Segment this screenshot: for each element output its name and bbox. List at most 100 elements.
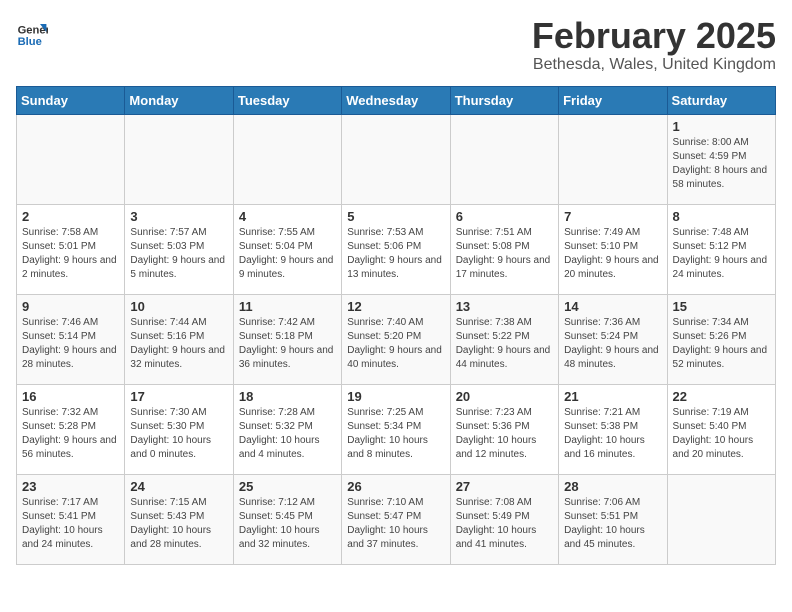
day-number: 13 — [456, 299, 553, 314]
day-info: Sunrise: 7:08 AM Sunset: 5:49 PM Dayligh… — [456, 496, 553, 552]
day-info: Sunrise: 7:40 AM Sunset: 5:20 PM Dayligh… — [347, 316, 444, 372]
col-saturday: Saturday — [667, 86, 775, 114]
day-info: Sunrise: 7:15 AM Sunset: 5:43 PM Dayligh… — [130, 496, 227, 552]
week-row-5: 23 Sunrise: 7:17 AM Sunset: 5:41 PM Dayli… — [17, 474, 776, 564]
day-number: 10 — [130, 299, 227, 314]
col-wednesday: Wednesday — [342, 86, 450, 114]
day-cell: 3 Sunrise: 7:57 AM Sunset: 5:03 PM Daylig… — [125, 204, 233, 294]
day-cell: 17Sunrise: 7:30 AM Sunset: 5:30 PM Dayli… — [125, 384, 233, 474]
day-cell: 2 Sunrise: 7:58 AM Sunset: 5:01 PM Daylig… — [17, 204, 125, 294]
day-number: 11 — [239, 299, 336, 314]
day-number: 9 — [22, 299, 119, 314]
day-number: 22 — [673, 389, 770, 404]
day-cell: 25Sunrise: 7:12 AM Sunset: 5:45 PM Dayli… — [233, 474, 341, 564]
calendar-title: February 2025 — [532, 16, 776, 56]
col-thursday: Thursday — [450, 86, 558, 114]
day-info: Sunrise: 7:23 AM Sunset: 5:36 PM Dayligh… — [456, 406, 553, 462]
day-cell: 16 Sunrise: 7:32 AM Sunset: 5:28 PM Dayli… — [17, 384, 125, 474]
day-cell: 15 Sunrise: 7:34 AM Sunset: 5:26 PM Dayli… — [667, 294, 775, 384]
logo: General Blue — [16, 16, 48, 48]
day-number: 26 — [347, 479, 444, 494]
day-info: Sunrise: 7:28 AM Sunset: 5:32 PM Dayligh… — [239, 406, 336, 462]
day-cell — [17, 114, 125, 204]
day-cell — [559, 114, 667, 204]
calendar-body: 1Sunrise: 8:00 AM Sunset: 4:59 PM Daylig… — [17, 114, 776, 564]
day-number: 14 — [564, 299, 661, 314]
day-cell: 26 Sunrise: 7:10 AM Sunset: 5:47 PM Dayli… — [342, 474, 450, 564]
day-info: Sunrise: 7:42 AM Sunset: 5:18 PM Dayligh… — [239, 316, 336, 372]
day-info: Sunrise: 7:19 AM Sunset: 5:40 PM Dayligh… — [673, 406, 770, 462]
day-info: Sunrise: 7:17 AM Sunset: 5:41 PM Dayligh… — [22, 496, 119, 552]
day-info: Sunrise: 7:06 AM Sunset: 5:51 PM Dayligh… — [564, 496, 661, 552]
day-info: Sunrise: 7:38 AM Sunset: 5:22 PM Dayligh… — [456, 316, 553, 372]
day-cell: 24 Sunrise: 7:15 AM Sunset: 5:43 PM Dayli… — [125, 474, 233, 564]
day-cell: 23 Sunrise: 7:17 AM Sunset: 5:41 PM Dayli… — [17, 474, 125, 564]
week-row-2: 2 Sunrise: 7:58 AM Sunset: 5:01 PM Daylig… — [17, 204, 776, 294]
day-cell: 4Sunrise: 7:55 AM Sunset: 5:04 PM Daylig… — [233, 204, 341, 294]
week-row-3: 9 Sunrise: 7:46 AM Sunset: 5:14 PM Daylig… — [17, 294, 776, 384]
day-info: Sunrise: 7:36 AM Sunset: 5:24 PM Dayligh… — [564, 316, 661, 372]
svg-text:Blue: Blue — [18, 36, 42, 48]
day-info: Sunrise: 7:53 AM Sunset: 5:06 PM Dayligh… — [347, 226, 444, 282]
calendar-subtitle: Bethesda, Wales, United Kingdom — [532, 56, 776, 74]
day-number: 24 — [130, 479, 227, 494]
title-area: February 2025 Bethesda, Wales, United Ki… — [532, 16, 776, 74]
week-row-4: 16 Sunrise: 7:32 AM Sunset: 5:28 PM Dayli… — [17, 384, 776, 474]
day-cell: 14 Sunrise: 7:36 AM Sunset: 5:24 PM Dayli… — [559, 294, 667, 384]
col-friday: Friday — [559, 86, 667, 114]
day-info: Sunrise: 7:25 AM Sunset: 5:34 PM Dayligh… — [347, 406, 444, 462]
day-cell: 8 Sunrise: 7:48 AM Sunset: 5:12 PM Daylig… — [667, 204, 775, 294]
day-info: Sunrise: 7:49 AM Sunset: 5:10 PM Dayligh… — [564, 226, 661, 282]
calendar-table: Sunday Monday Tuesday Wednesday Thursday… — [16, 86, 776, 565]
day-number: 23 — [22, 479, 119, 494]
day-number: 19 — [347, 389, 444, 404]
day-number: 2 — [22, 209, 119, 224]
day-number: 1 — [673, 119, 770, 134]
day-cell: 7Sunrise: 7:49 AM Sunset: 5:10 PM Daylig… — [559, 204, 667, 294]
day-cell: 1Sunrise: 8:00 AM Sunset: 4:59 PM Daylig… — [667, 114, 775, 204]
day-info: Sunrise: 7:44 AM Sunset: 5:16 PM Dayligh… — [130, 316, 227, 372]
day-number: 27 — [456, 479, 553, 494]
day-cell — [125, 114, 233, 204]
day-cell: 9 Sunrise: 7:46 AM Sunset: 5:14 PM Daylig… — [17, 294, 125, 384]
day-number: 21 — [564, 389, 661, 404]
day-cell: 22 Sunrise: 7:19 AM Sunset: 5:40 PM Dayli… — [667, 384, 775, 474]
day-cell — [233, 114, 341, 204]
day-info: Sunrise: 7:57 AM Sunset: 5:03 PM Dayligh… — [130, 226, 227, 282]
day-info: Sunrise: 7:10 AM Sunset: 5:47 PM Dayligh… — [347, 496, 444, 552]
day-cell: 13 Sunrise: 7:38 AM Sunset: 5:22 PM Dayli… — [450, 294, 558, 384]
day-cell — [667, 474, 775, 564]
day-cell: 21 Sunrise: 7:21 AM Sunset: 5:38 PM Dayli… — [559, 384, 667, 474]
day-number: 16 — [22, 389, 119, 404]
day-number: 17 — [130, 389, 227, 404]
col-sunday: Sunday — [17, 86, 125, 114]
header-row: Sunday Monday Tuesday Wednesday Thursday… — [17, 86, 776, 114]
day-number: 6 — [456, 209, 553, 224]
day-number: 8 — [673, 209, 770, 224]
day-number: 15 — [673, 299, 770, 314]
day-number: 12 — [347, 299, 444, 314]
day-cell — [342, 114, 450, 204]
day-cell: 12 Sunrise: 7:40 AM Sunset: 5:20 PM Dayli… — [342, 294, 450, 384]
day-number: 25 — [239, 479, 336, 494]
day-cell: 18 Sunrise: 7:28 AM Sunset: 5:32 PM Dayli… — [233, 384, 341, 474]
day-cell: 27 Sunrise: 7:08 AM Sunset: 5:49 PM Dayli… — [450, 474, 558, 564]
day-number: 18 — [239, 389, 336, 404]
day-cell: 20Sunrise: 7:23 AM Sunset: 5:36 PM Dayli… — [450, 384, 558, 474]
day-info: Sunrise: 7:55 AM Sunset: 5:04 PM Dayligh… — [239, 226, 336, 282]
day-info: Sunrise: 7:46 AM Sunset: 5:14 PM Dayligh… — [22, 316, 119, 372]
day-info: Sunrise: 7:51 AM Sunset: 5:08 PM Dayligh… — [456, 226, 553, 282]
week-row-1: 1Sunrise: 8:00 AM Sunset: 4:59 PM Daylig… — [17, 114, 776, 204]
day-cell: 19 Sunrise: 7:25 AM Sunset: 5:34 PM Dayli… — [342, 384, 450, 474]
header: General Blue February 2025 Bethesda, Wal… — [16, 16, 776, 74]
logo-icon: General Blue — [16, 16, 48, 48]
day-info: Sunrise: 7:32 AM Sunset: 5:28 PM Dayligh… — [22, 406, 119, 462]
day-cell: 10 Sunrise: 7:44 AM Sunset: 5:16 PM Dayli… — [125, 294, 233, 384]
day-info: Sunrise: 7:21 AM Sunset: 5:38 PM Dayligh… — [564, 406, 661, 462]
day-info: Sunrise: 7:58 AM Sunset: 5:01 PM Dayligh… — [22, 226, 119, 282]
day-number: 28 — [564, 479, 661, 494]
day-info: Sunrise: 7:34 AM Sunset: 5:26 PM Dayligh… — [673, 316, 770, 372]
day-info: Sunrise: 7:48 AM Sunset: 5:12 PM Dayligh… — [673, 226, 770, 282]
day-number: 3 — [130, 209, 227, 224]
col-monday: Monday — [125, 86, 233, 114]
